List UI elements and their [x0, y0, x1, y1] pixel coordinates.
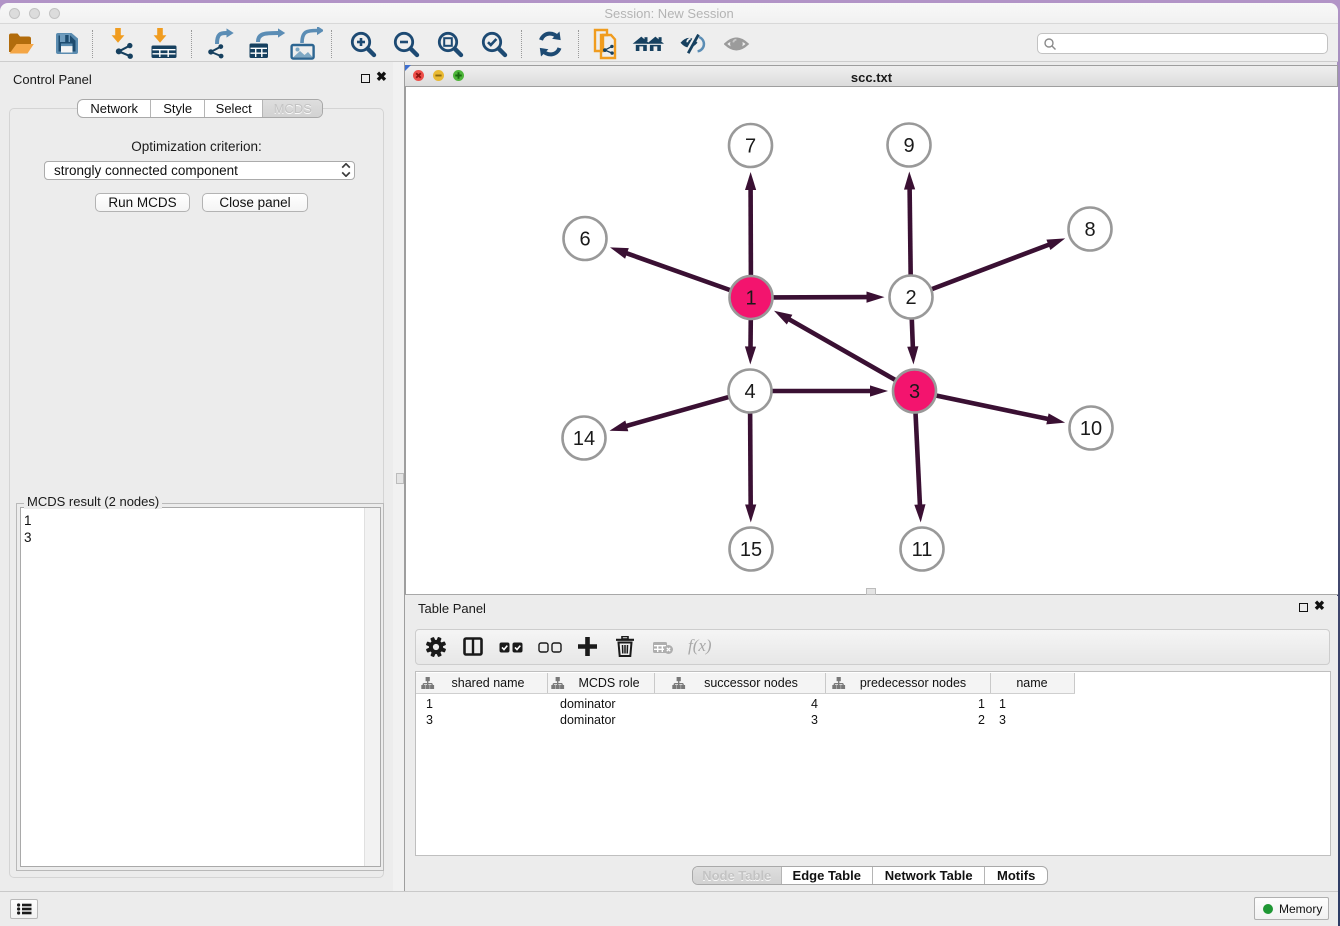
svg-text:9: 9	[903, 135, 914, 157]
svg-text:6: 6	[579, 229, 590, 251]
svg-text:8: 8	[1084, 219, 1095, 241]
svg-text:14: 14	[573, 428, 595, 450]
svg-text:15: 15	[740, 539, 762, 561]
svg-text:4: 4	[744, 381, 755, 403]
svg-text:3: 3	[909, 381, 920, 403]
svg-text:10: 10	[1080, 418, 1102, 440]
svg-text:11: 11	[912, 539, 933, 561]
svg-text:1: 1	[745, 288, 756, 310]
svg-text:2: 2	[905, 287, 916, 309]
svg-text:7: 7	[745, 136, 756, 158]
